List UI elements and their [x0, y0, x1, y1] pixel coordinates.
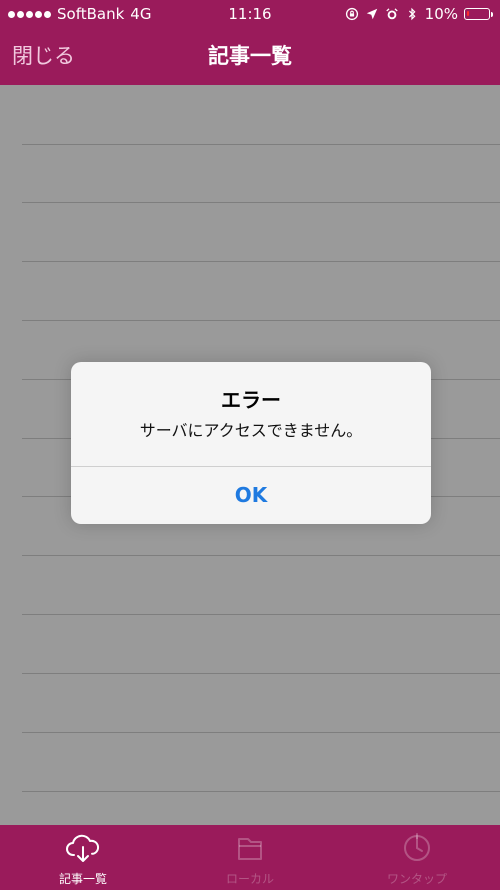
battery-icon — [464, 8, 493, 20]
tab-label: 記事一覧 — [58, 872, 107, 886]
page-title: 記事一覧 — [208, 44, 292, 68]
tab-one-tap[interactable]: ワンタップ — [334, 825, 500, 890]
tab-label: ワンタップ — [386, 872, 447, 886]
status-right: 10% — [345, 0, 493, 28]
list-separator — [22, 320, 500, 321]
list-separator — [22, 673, 500, 674]
list-separator — [22, 555, 500, 556]
header: SoftBank 4G 11:16 10% 閉じる 記事一覧 — [0, 0, 500, 85]
timer-icon — [404, 833, 430, 861]
list-separator — [22, 732, 500, 733]
ok-button[interactable]: OK — [71, 467, 431, 524]
alarm-clock-icon — [385, 8, 398, 20]
alert-title: エラー — [221, 388, 281, 412]
list-separator — [22, 614, 500, 615]
location-arrow-icon — [366, 8, 377, 20]
list-separator — [22, 261, 500, 262]
folder-icon — [238, 838, 262, 860]
nav-bar: 閉じる 記事一覧 — [0, 28, 500, 85]
tab-bar: 記事一覧 ローカル ワンタップ — [0, 825, 500, 890]
list-separator — [22, 202, 500, 203]
tab-local[interactable]: ローカル — [167, 825, 333, 890]
alert-message: サーバにアクセスできません。 — [139, 421, 363, 440]
list-separator — [22, 791, 500, 792]
status-bar: SoftBank 4G 11:16 10% — [0, 0, 500, 28]
list-separator — [22, 144, 500, 145]
tab-label: ローカル — [225, 872, 274, 886]
lock-rotation-icon — [345, 7, 358, 21]
bluetooth-icon — [408, 7, 416, 21]
cloud-download-icon — [66, 834, 100, 862]
error-alert: エラー サーバにアクセスできません。 OK — [71, 362, 431, 524]
battery-level — [467, 11, 469, 16]
battery-percent: 10% — [424, 5, 458, 23]
tab-article-list[interactable]: 記事一覧 — [0, 825, 166, 890]
